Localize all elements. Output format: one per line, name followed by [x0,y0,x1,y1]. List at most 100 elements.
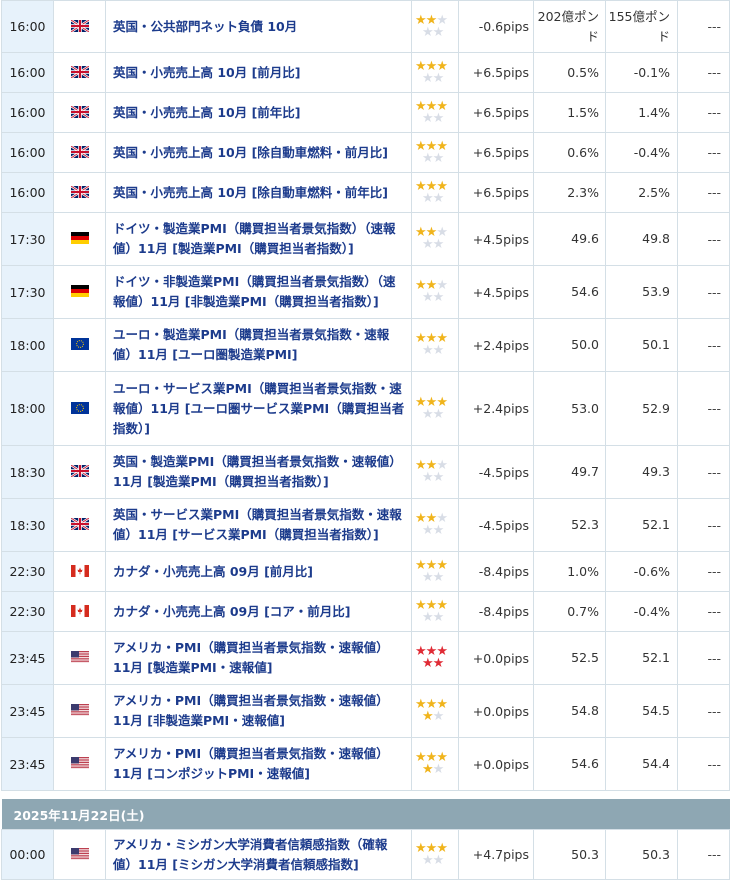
pips-change: -0.6pips [458,0,534,53]
importance-stars-icon: ★★★ ★★ [415,278,448,305]
indicator-link[interactable]: 英国・小売売上高 10月 [除自動車燃料・前月比] [105,132,412,173]
forecast-value: -0.4% [605,591,678,632]
importance-stars-icon: ★★★ ★★ [415,557,448,585]
previous-value: 202億ポンド [533,0,606,53]
uk-flag-icon [69,104,90,121]
result-value: --- [677,212,730,266]
indicator-link[interactable]: 英国・公共部門ネット負債 10月 [105,0,412,53]
forecast-value: 49.8 [605,212,678,266]
importance-cell: ★★★ ★★ [411,631,459,685]
country-flag-cell [53,684,106,738]
indicator-link[interactable]: カナダ・小売売上高 09月 [コア・前月比] [105,591,412,632]
importance-stars-icon: ★★★ ★★ [415,840,448,868]
importance-stars-icon: ★★★ ★★ [415,597,448,625]
pips-change: +2.4pips [458,371,534,446]
previous-value: 52.3 [533,498,606,552]
importance-cell: ★★★ ★★ [411,212,459,266]
indicator-link[interactable]: ユーロ・サービス業PMI（購買担当者景気指数・速報値）11月 [ユーロ圏サービス… [105,371,412,446]
country-flag-cell [53,445,106,499]
country-flag-cell [53,0,106,53]
indicator-link[interactable]: アメリカ・PMI（購買担当者景気指数・速報値）11月 [コンポジットPMI・速報… [105,737,412,791]
indicator-link[interactable]: 英国・小売売上高 10月 [前年比] [105,92,412,133]
importance-cell: ★★★ ★★ [411,591,459,632]
country-flag-cell [53,265,106,319]
indicator-link[interactable]: 英国・小売売上高 10月 [除自動車燃料・前年比] [105,172,412,213]
forecast-value: 52.9 [605,371,678,446]
importance-cell: ★★★ ★★ [411,737,459,791]
result-value: --- [677,591,730,632]
forecast-value: 53.9 [605,265,678,319]
event-time: 16:00 [1,132,54,173]
result-value: --- [677,265,730,319]
previous-value: 52.5 [533,631,606,685]
forecast-value: -0.4% [605,132,678,173]
pips-change: +6.5pips [458,172,534,213]
table-row: 17:30 ドイツ・製造業PMI（購買担当者景気指数）（速報値）11月 [製造業P… [1,212,730,266]
previous-value: 0.6% [533,132,606,173]
importance-cell: ★★★ ★★ [411,551,459,592]
uk-flag-icon [69,18,90,35]
previous-value: 50.0 [533,318,606,372]
indicator-link[interactable]: アメリカ・PMI（購買担当者景気指数・速報値）11月 [製造業PMI・速報値] [105,631,412,685]
country-flag-cell [53,318,106,372]
previous-value: 54.6 [533,737,606,791]
table-row: 23:45 アメリカ・PMI（購買担当者景気指数・速報値）11月 [製造業PMI・… [1,631,730,685]
ca-flag-icon [70,564,89,580]
us-flag-icon [70,651,89,666]
indicator-link[interactable]: 英国・製造業PMI（購買担当者景気指数・速報値）11月 [製造業PMI（購買担当… [105,445,412,499]
indicator-link[interactable]: ユーロ・製造業PMI（購買担当者景気指数・速報値）11月 [ユーロ圏製造業PMI… [105,318,412,372]
indicator-link[interactable]: 英国・サービス業PMI（購買担当者景気指数・速報値）11月 [サービス業PMI（… [105,498,412,552]
previous-value: 54.8 [533,684,606,738]
indicator-link[interactable]: ドイツ・製造業PMI（購買担当者景気指数）（速報値）11月 [製造業PMI（購買… [105,212,412,266]
pips-change: +6.5pips [458,92,534,133]
eu-flag-icon [70,401,89,417]
pips-change: +2.4pips [458,318,534,372]
de-flag-icon [70,285,89,300]
result-value: --- [677,498,730,552]
table-row: 16:00 英国・小売売上高 10月 [除自動車燃料・前年比] ★★★ ★★ +6.5p… [1,172,730,213]
previous-value: 50.3 [533,829,606,880]
importance-stars-icon: ★★★ ★★ [415,394,448,422]
us-flag-icon [70,847,89,863]
importance-cell: ★★★ ★★ [411,318,459,372]
country-flag-cell [53,591,106,632]
importance-stars-icon: ★★★ ★★ [415,178,448,206]
table-row: 16:00 英国・小売売上高 10月 [除自動車燃料・前月比] ★★★ ★★ +6.5p… [1,132,730,173]
ca-flag-icon [70,604,89,620]
table-row: 23:45 アメリカ・PMI（購買担当者景気指数・速報値）11月 [非製造業PMI… [1,684,730,738]
pips-change: -4.5pips [458,498,534,552]
event-time: 18:30 [1,498,54,552]
country-flag-cell [53,737,106,791]
event-time: 23:45 [1,684,54,738]
importance-cell: ★★★ ★★ [411,829,459,880]
indicator-link[interactable]: アメリカ・ミシガン大学消費者信頼感指数（確報値）11月 [ミシガン大学消費者信頼… [105,829,412,880]
event-time: 22:30 [1,591,54,632]
country-flag-cell [53,498,106,552]
date-header: 2025年11月22日(土) [1,799,730,830]
date-header-row: 2025年11月22日(土) [1,799,730,830]
event-time: 16:00 [1,52,54,93]
table-row: 00:00 アメリカ・ミシガン大学消費者信頼感指数（確報値）11月 [ミシガン大学… [1,829,730,880]
event-time: 23:45 [1,737,54,791]
table-row: 23:45 アメリカ・PMI（購買担当者景気指数・速報値）11月 [コンポジットP… [1,737,730,791]
indicator-link[interactable]: カナダ・小売売上高 09月 [前月比] [105,551,412,592]
pips-change: +4.7pips [458,829,534,880]
pips-change: -8.4pips [458,551,534,592]
indicator-link[interactable]: アメリカ・PMI（購買担当者景気指数・速報値）11月 [非製造業PMI・速報値] [105,684,412,738]
indicator-link[interactable]: ドイツ・非製造業PMI（購買担当者景気指数）（速報値）11月 [非製造業PMI（… [105,265,412,319]
country-flag-cell [53,212,106,266]
result-value: --- [677,371,730,446]
event-time: 22:30 [1,551,54,592]
importance-stars-icon: ★★★ ★★ [415,12,448,40]
importance-cell: ★★★ ★★ [411,498,459,552]
pips-change: +0.0pips [458,737,534,791]
pips-change: -8.4pips [458,591,534,632]
previous-value: 2.3% [533,172,606,213]
previous-value: 53.0 [533,371,606,446]
previous-value: 1.5% [533,92,606,133]
pips-change: +4.5pips [458,212,534,266]
indicator-link[interactable]: 英国・小売売上高 10月 [前月比] [105,52,412,93]
previous-value: 49.6 [533,212,606,266]
result-value: --- [677,631,730,685]
result-value: --- [677,684,730,738]
